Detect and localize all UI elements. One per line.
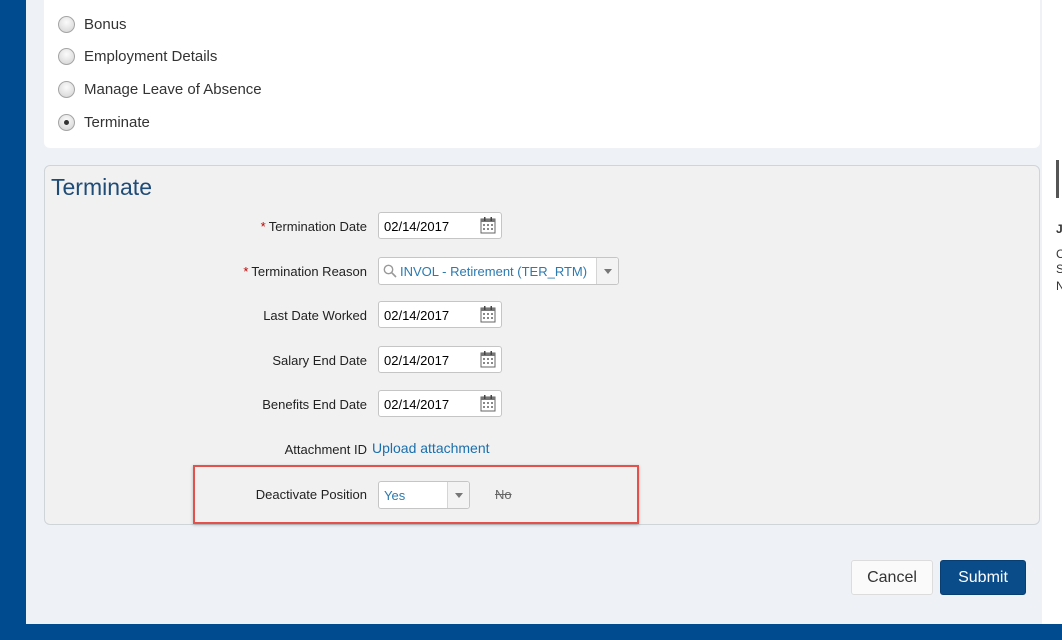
attachment-id-label: Attachment ID — [284, 442, 367, 457]
salary-end-date-label: Salary End Date — [272, 353, 367, 368]
submit-button[interactable]: Submit — [940, 560, 1026, 595]
termination-date-field[interactable]: 02/14/2017 — [378, 212, 502, 239]
side-panel-letter: N — [1056, 279, 1062, 293]
radio-label: Terminate — [84, 113, 150, 131]
terminate-form: Terminate * Termination Date 02/14/2017 *… — [44, 165, 1040, 525]
salary-end-date-field[interactable]: 02/14/2017 — [378, 346, 502, 373]
radio-button[interactable] — [58, 15, 75, 33]
chevron-down-icon — [455, 493, 463, 498]
action-options-panel: Bonus Employment Details Manage Leave of… — [44, 0, 1040, 148]
upload-attachment-link[interactable]: Upload attachment — [372, 440, 490, 456]
side-panel-divider — [1056, 160, 1059, 198]
deactivate-position-value: Yes — [384, 488, 406, 503]
benefits-end-date-value: 02/14/2017 — [384, 397, 450, 412]
last-date-worked-value: 02/14/2017 — [384, 308, 450, 323]
radio-button-selected[interactable] — [58, 113, 75, 131]
radio-button[interactable] — [58, 47, 75, 65]
termination-date-value: 02/14/2017 — [384, 219, 450, 234]
radio-option-terminate[interactable]: Terminate — [58, 112, 150, 132]
termination-reason-value: INVOL - Retirement (TER_RTM) — [400, 264, 588, 279]
last-date-worked-field[interactable]: 02/14/2017 — [378, 301, 502, 328]
deactivate-position-no-option: No — [495, 487, 512, 502]
salary-end-date-value: 02/14/2017 — [384, 353, 450, 368]
radio-button[interactable] — [58, 80, 75, 98]
chevron-down-icon — [604, 269, 612, 274]
radio-option-manage-leave[interactable]: Manage Leave of Absence — [58, 79, 262, 99]
benefits-end-date-label: Benefits End Date — [262, 397, 367, 412]
calendar-icon[interactable] — [480, 217, 496, 234]
dropdown-button[interactable] — [447, 482, 469, 508]
calendar-icon[interactable] — [480, 351, 496, 368]
radio-option-employment-details[interactable]: Employment Details — [58, 46, 217, 66]
deactivate-position-select[interactable]: Yes — [378, 481, 470, 509]
radio-label: Bonus — [84, 15, 127, 33]
termination-date-label: * Termination Date — [260, 219, 367, 234]
radio-label: Manage Leave of Absence — [84, 80, 262, 98]
deactivate-position-label: Deactivate Position — [255, 487, 367, 502]
required-marker: * — [243, 264, 249, 279]
side-panel-letter: J — [1056, 222, 1062, 236]
benefits-end-date-field[interactable]: 02/14/2017 — [378, 390, 502, 417]
cancel-button[interactable]: Cancel — [851, 560, 933, 595]
required-marker: * — [260, 219, 266, 234]
dropdown-button[interactable] — [596, 258, 618, 284]
last-date-worked-label: Last Date Worked — [263, 308, 367, 323]
side-panel — [1042, 0, 1062, 624]
bottom-band — [0, 624, 1062, 640]
termination-reason-select[interactable]: INVOL - Retirement (TER_RTM) — [378, 257, 619, 285]
search-icon — [383, 264, 397, 278]
calendar-icon[interactable] — [480, 306, 496, 323]
side-panel-letter: S — [1056, 262, 1062, 276]
calendar-icon[interactable] — [480, 395, 496, 412]
side-panel-letter: C — [1056, 247, 1062, 261]
radio-option-bonus[interactable]: Bonus — [58, 14, 127, 34]
termination-reason-label: * Termination Reason — [243, 264, 367, 279]
radio-label: Employment Details — [84, 47, 218, 65]
section-title: Terminate — [51, 174, 152, 200]
